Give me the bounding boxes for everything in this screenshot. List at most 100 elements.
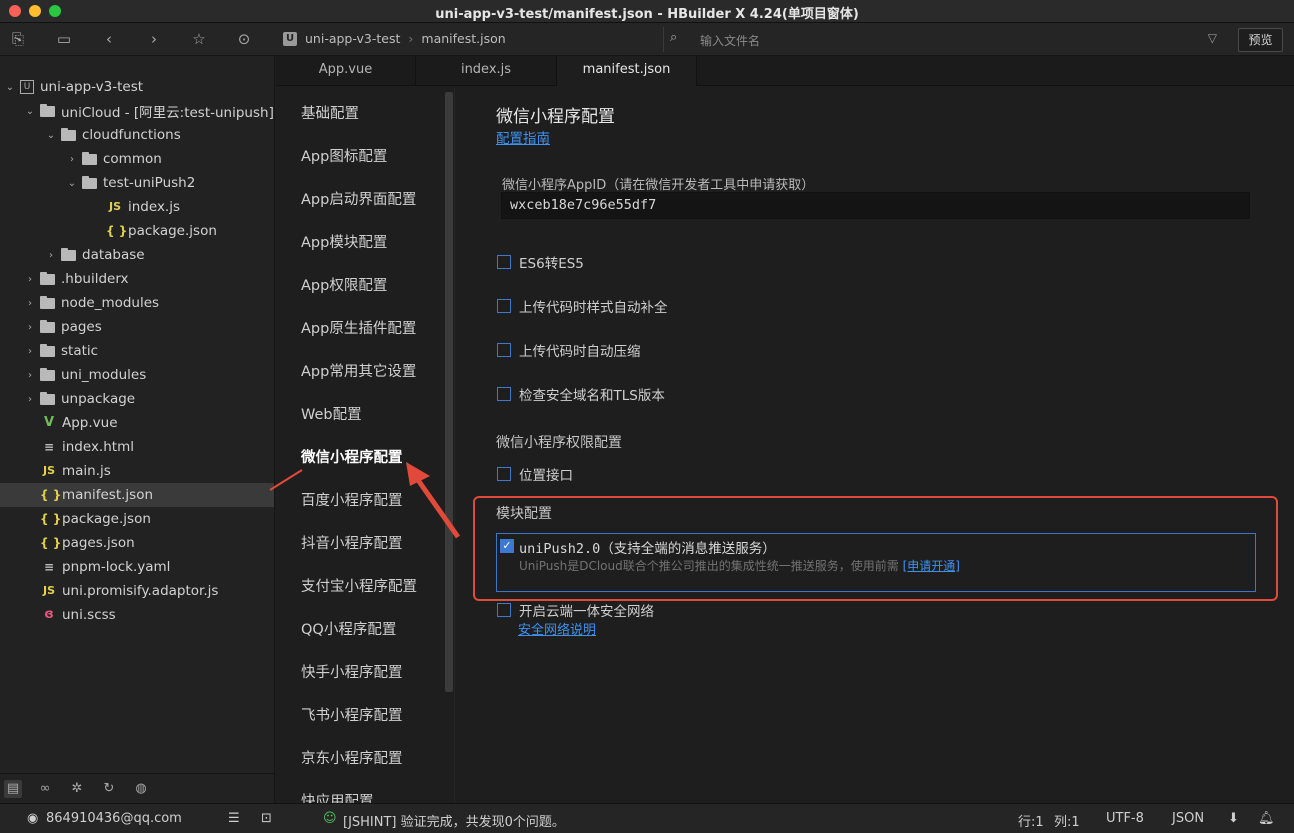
tree-item-pages-json[interactable]: { } pages.json [0,531,274,555]
chevron-right-icon[interactable]: › [45,250,57,261]
language-mode[interactable]: JSON [1172,811,1204,826]
menu-item-quickapp[interactable]: 快应用配置 [301,790,374,803]
appid-input[interactable]: wxceb18e7c96e55df7 [501,192,1250,219]
menu-item-app-modules[interactable]: App模块配置 [301,231,387,252]
preview-button[interactable]: 预览 [1238,28,1283,52]
tree-item-manifest-json[interactable]: { } manifest.json [0,483,274,507]
forward-icon[interactable]: › [145,30,163,48]
config-guide-link[interactable]: 配置指南 [496,127,550,147]
menu-item-jd[interactable]: 京东小程序配置 [301,747,403,768]
tree-item-unpackage[interactable]: › unpackage [0,387,274,411]
title-bar: uni-app-v3-test/manifest.json - HBuilder… [0,0,1294,23]
chevron-right-icon[interactable]: › [66,154,78,165]
checkbox-domain-check[interactable] [497,387,511,401]
option-minify[interactable]: 上传代码时自动压缩 [497,340,641,360]
chevron-right-icon[interactable]: › [24,274,36,285]
option-label: 位置接口 [519,468,573,484]
tab-manifest-json[interactable]: manifest.json [557,56,697,86]
menu-item-app-icon[interactable]: App图标配置 [301,145,387,166]
notification-bell-icon[interactable]: 🔔︎ [1258,811,1275,826]
tab-app-vue[interactable]: App.vue [276,56,416,86]
menu-item-qq[interactable]: QQ小程序配置 [301,618,396,639]
folder-icon [40,295,55,309]
search-panel-icon[interactable]: ∞ [36,780,54,798]
tree-item-static[interactable]: › static [0,339,274,363]
cursor-line[interactable]: 行:1 [1018,811,1044,830]
option-location[interactable]: 位置接口 [497,464,573,484]
tree-item-uni-modules[interactable]: › uni_modules [0,363,274,387]
tree-item-uni-promisify[interactable]: JS uni.promisify.adaptor.js [0,579,274,603]
plugins-icon[interactable]: ◍ [132,780,150,798]
menu-scrollbar[interactable] [445,92,453,692]
breadcrumb-project[interactable]: uni-app-v3-test [305,31,400,46]
menu-item-app-permissions[interactable]: App权限配置 [301,274,387,295]
user-icon[interactable]: ◉ [27,811,38,826]
breadcrumb-file[interactable]: manifest.json [421,31,505,46]
tree-item-index-js[interactable]: JS index.js [0,195,274,219]
menu-item-alipay[interactable]: 支付宝小程序配置 [301,575,417,596]
encoding[interactable]: UTF-8 [1106,811,1144,826]
menu-item-feishu[interactable]: 飞书小程序配置 [301,704,403,725]
checkbox-es6[interactable] [497,255,511,269]
filter-icon[interactable]: ▽ [1208,31,1217,45]
tree-item-project[interactable]: ⌄ U uni-app-v3-test [0,75,274,99]
menu-item-basic[interactable]: 基础配置 [301,102,359,123]
file-search-input[interactable]: 输入文件名 [700,32,760,49]
checkbox-minify[interactable] [497,343,511,357]
outline-icon[interactable]: ☰ [228,811,240,826]
user-account[interactable]: 864910436@qq.com [46,811,182,826]
option-secure-network[interactable]: 开启云端一体安全网络 [497,600,654,620]
option-domain-check[interactable]: 检查安全域名和TLS版本 [497,384,665,404]
tree-item-index-html[interactable]: ≡ index.html [0,435,274,459]
tree-item-package-json[interactable]: { } package.json [0,507,274,531]
tree-item-database[interactable]: › database [0,243,274,267]
star-icon[interactable]: ☆ [190,30,208,48]
menu-item-app-native-plugins[interactable]: App原生插件配置 [301,317,416,338]
tree-item-uni-scss[interactable]: ɞ uni.scss [0,603,274,627]
tree-item-test-unipush2[interactable]: ⌄ test-uniPush2 [0,171,274,195]
explorer-icon[interactable]: ▤ [4,780,22,798]
run-icon[interactable]: ⊙ [235,30,253,48]
tree-item-common[interactable]: › common [0,147,274,171]
debug-icon[interactable]: ✲ [68,780,86,798]
chevron-down-icon[interactable]: ⌄ [45,130,57,141]
chevron-right-icon[interactable]: › [24,346,36,357]
option-autoprefix[interactable]: 上传代码时样式自动补全 [497,296,668,316]
tree-item-pnpm-lock[interactable]: ≡ pnpm-lock.yaml [0,555,274,579]
chevron-right-icon[interactable]: › [24,322,36,333]
cursor-column[interactable]: 列:1 [1054,811,1080,830]
terminal-icon[interactable]: ⊡ [261,811,272,826]
menu-item-app-other[interactable]: App常用其它设置 [301,360,416,381]
tree-item-main-js[interactable]: JS main.js [0,459,274,483]
checkbox-autoprefix[interactable] [497,299,511,313]
secure-network-link[interactable]: 安全网络说明 [518,619,596,638]
download-icon[interactable]: ⬇ [1228,811,1239,826]
tree-item-app-vue[interactable]: V App.vue [0,411,274,435]
tree-item-package-json-inner[interactable]: { } package.json [0,219,274,243]
file-search-box[interactable]: ⌕ 输入文件名 ▽ [663,27,1229,52]
tree-item-hbuilderx[interactable]: › .hbuilderx [0,267,274,291]
option-es6[interactable]: ES6转ES5 [497,252,584,272]
tree-item-cloudfunctions[interactable]: ⌄ cloudfunctions [0,123,274,147]
tree-item-pages[interactable]: › pages [0,315,274,339]
back-icon[interactable]: ‹ [100,30,118,48]
chevron-right-icon[interactable]: › [24,370,36,381]
chevron-down-icon[interactable]: ⌄ [4,82,16,93]
save-icon[interactable]: ▭ [55,30,73,48]
menu-item-web[interactable]: Web配置 [301,403,362,424]
git-icon[interactable]: ↻ [100,780,118,798]
js-file-icon: JS [42,464,55,477]
new-file-icon[interactable]: ⎘ [9,30,27,48]
chevron-right-icon[interactable]: › [24,298,36,309]
tree-item-unicloud[interactable]: ⌄ uniCloud - [阿里云:test-unipush] [0,99,274,123]
checkbox-secure-network[interactable] [497,603,511,617]
tree-label: uni.promisify.adaptor.js [62,583,219,599]
tab-index-js[interactable]: index.js [416,56,557,86]
tree-item-node-modules[interactable]: › node_modules [0,291,274,315]
menu-item-app-splash[interactable]: App启动界面配置 [301,188,416,209]
chevron-right-icon[interactable]: › [24,394,36,405]
menu-item-kuaishou[interactable]: 快手小程序配置 [301,661,403,682]
chevron-down-icon[interactable]: ⌄ [24,106,36,117]
chevron-down-icon[interactable]: ⌄ [66,178,78,189]
checkbox-location[interactable] [497,467,511,481]
